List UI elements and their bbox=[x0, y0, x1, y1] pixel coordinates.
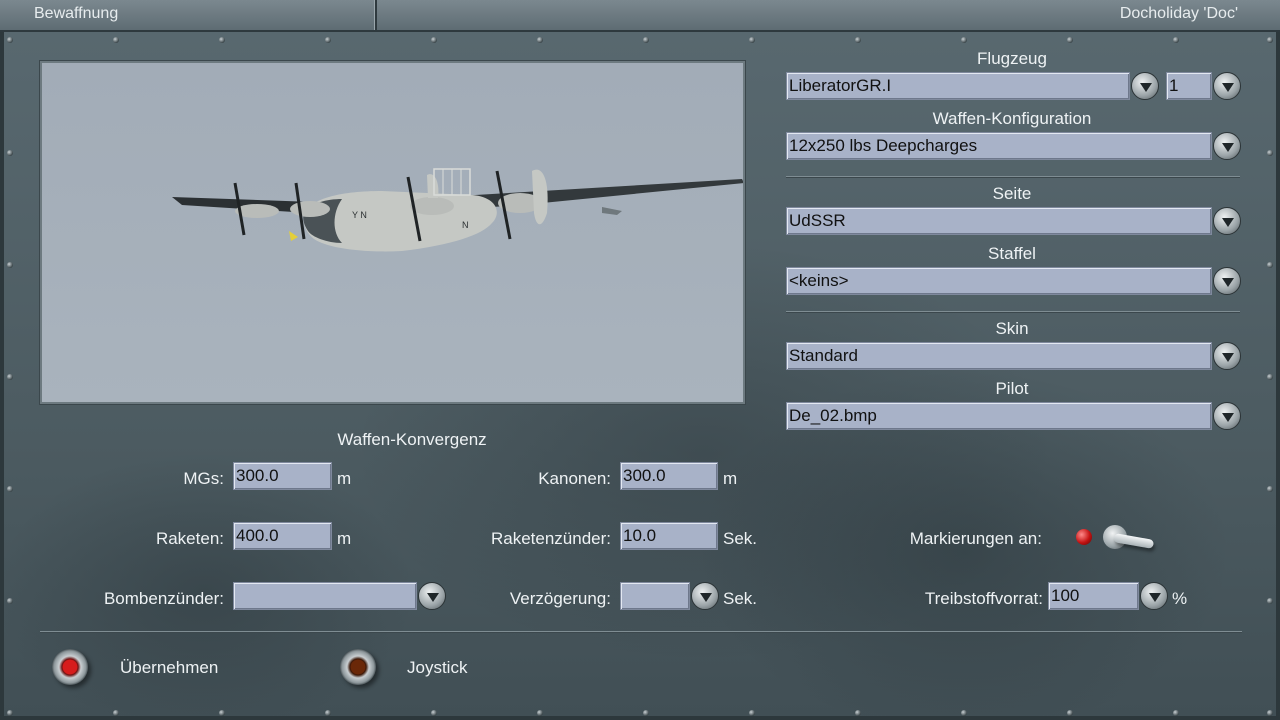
pilot-dropdown-button[interactable] bbox=[1213, 402, 1241, 430]
rivet bbox=[7, 37, 13, 43]
rivet bbox=[1267, 150, 1273, 156]
markers-toggle-switch[interactable] bbox=[1076, 523, 1166, 559]
title-bar: Bewaffnung Docholiday 'Doc' bbox=[0, 0, 1280, 32]
fuel-dropdown-button[interactable] bbox=[1140, 582, 1168, 610]
rivet bbox=[855, 710, 861, 716]
apply-button[interactable] bbox=[52, 649, 88, 685]
rivet bbox=[325, 710, 331, 716]
separator bbox=[40, 631, 1242, 632]
user-name: Docholiday 'Doc' bbox=[1119, 5, 1238, 22]
rivet bbox=[7, 374, 13, 380]
rivet bbox=[1267, 710, 1273, 716]
rivet bbox=[7, 710, 13, 716]
aircraft-label: Flugzeug bbox=[977, 49, 1047, 68]
mgs-input[interactable]: 300.0 bbox=[233, 462, 332, 490]
delay-unit: Sek. bbox=[723, 589, 758, 608]
skin-dropdown-button[interactable] bbox=[1213, 342, 1241, 370]
rivet bbox=[7, 262, 13, 268]
rivet bbox=[643, 710, 649, 716]
svg-text:N: N bbox=[462, 220, 469, 230]
mgs-unit: m bbox=[337, 469, 352, 488]
cannons-label: Kanonen: bbox=[538, 469, 611, 488]
rivet bbox=[749, 710, 755, 716]
separator bbox=[786, 176, 1240, 177]
rivet bbox=[1267, 262, 1273, 268]
convergence-title: Waffen-Konvergenz bbox=[337, 430, 487, 449]
rivet bbox=[1173, 710, 1179, 716]
rivet bbox=[219, 37, 225, 43]
rivet bbox=[855, 37, 861, 43]
delay-dropdown-button[interactable] bbox=[691, 582, 719, 610]
joystick-button[interactable] bbox=[340, 649, 376, 685]
squadron-dropdown-button[interactable] bbox=[1213, 267, 1241, 295]
rivet bbox=[431, 37, 437, 43]
aircraft-count-dropdown-button[interactable] bbox=[1213, 72, 1241, 100]
weapons-select[interactable]: 12x250 lbs Deepcharges bbox=[786, 132, 1212, 160]
aircraft-dropdown-button[interactable] bbox=[1131, 72, 1159, 100]
skin-select[interactable]: Standard bbox=[786, 342, 1212, 370]
cannons-unit: m bbox=[723, 469, 738, 488]
rivet bbox=[961, 37, 967, 43]
svg-text:Y N: Y N bbox=[352, 210, 367, 220]
rockets-input[interactable]: 400.0 bbox=[233, 522, 332, 550]
bomb-fuse-label: Bombenzünder: bbox=[103, 589, 224, 608]
aircraft-count-select[interactable]: 1 bbox=[1166, 72, 1212, 100]
side-label: Seite bbox=[992, 184, 1032, 203]
rocket-fuse-unit: Sek. bbox=[723, 529, 758, 548]
skin-label: Skin bbox=[995, 319, 1029, 338]
aircraft-preview: Y N N bbox=[40, 61, 745, 404]
rocket-fuse-label: Raketenzünder: bbox=[490, 529, 611, 548]
weapons-label: Waffen-Konfiguration bbox=[932, 109, 1092, 128]
rivet bbox=[1267, 486, 1273, 492]
fuel-select[interactable]: 100 bbox=[1048, 582, 1139, 610]
pilot-select[interactable]: De_02.bmp bbox=[786, 402, 1212, 430]
bomb-fuse-dropdown-button[interactable] bbox=[418, 582, 446, 610]
rivet bbox=[7, 486, 13, 492]
side-dropdown-button[interactable] bbox=[1213, 207, 1241, 235]
apply-label[interactable]: Übernehmen bbox=[120, 658, 218, 678]
side-select[interactable]: UdSSR bbox=[786, 207, 1212, 235]
rockets-label: Raketen: bbox=[155, 529, 224, 548]
rivet bbox=[643, 37, 649, 43]
rivet bbox=[1267, 37, 1273, 43]
rivet bbox=[1267, 374, 1273, 380]
rivet bbox=[7, 598, 13, 604]
markers-label: Markierungen an: bbox=[909, 529, 1042, 548]
fuel-unit: % bbox=[1172, 589, 1188, 608]
rocket-fuse-input[interactable]: 10.0 bbox=[620, 522, 718, 550]
delay-select[interactable] bbox=[620, 582, 690, 610]
rivet bbox=[1067, 710, 1073, 716]
rivet bbox=[1173, 37, 1179, 43]
rivet bbox=[537, 710, 543, 716]
rivet bbox=[7, 150, 13, 156]
cannons-input[interactable]: 300.0 bbox=[620, 462, 718, 490]
rivet bbox=[431, 710, 437, 716]
section-title: Bewaffnung bbox=[34, 5, 119, 22]
aircraft-select[interactable]: LiberatorGR.I bbox=[786, 72, 1130, 100]
rivet bbox=[1267, 598, 1273, 604]
mgs-label: MGs: bbox=[183, 469, 224, 488]
rivet bbox=[961, 710, 967, 716]
weapons-dropdown-button[interactable] bbox=[1213, 132, 1241, 160]
squadron-select[interactable]: <keins> bbox=[786, 267, 1212, 295]
rivet bbox=[537, 37, 543, 43]
pilot-label: Pilot bbox=[995, 379, 1029, 398]
separator bbox=[786, 311, 1240, 312]
rivet bbox=[325, 37, 331, 43]
rivet bbox=[113, 710, 119, 716]
markers-indicator-light bbox=[1076, 529, 1092, 545]
rivet bbox=[113, 37, 119, 43]
delay-label: Verzögerung: bbox=[509, 589, 611, 608]
rivet bbox=[1067, 37, 1073, 43]
squadron-label: Staffel bbox=[988, 244, 1036, 263]
rivet bbox=[219, 710, 225, 716]
rivet bbox=[749, 37, 755, 43]
bomb-fuse-select[interactable] bbox=[233, 582, 417, 610]
fuel-label: Treibstoffvorrat: bbox=[924, 589, 1043, 608]
joystick-label[interactable]: Joystick bbox=[407, 658, 467, 678]
title-left-section: Bewaffnung bbox=[0, 0, 377, 30]
rockets-unit: m bbox=[337, 529, 352, 548]
aircraft-model-image: Y N N bbox=[172, 168, 744, 252]
